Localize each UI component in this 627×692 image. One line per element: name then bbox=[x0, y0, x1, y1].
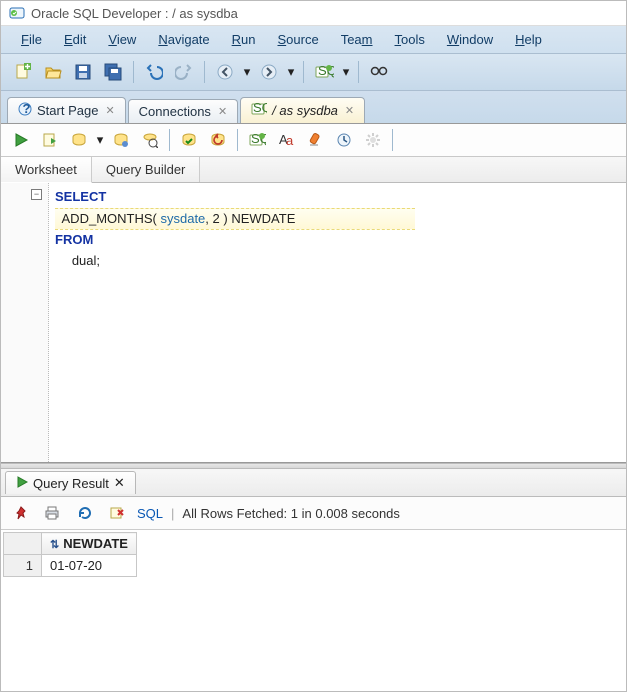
separator bbox=[133, 61, 134, 83]
print-button[interactable] bbox=[41, 501, 65, 525]
sql-worksheet-button[interactable]: SQL bbox=[312, 60, 336, 84]
tab-query-result[interactable]: Query Result ✕ bbox=[5, 471, 136, 494]
menu-file[interactable]: File bbox=[11, 30, 52, 49]
rollback-button[interactable] bbox=[206, 128, 230, 152]
close-icon[interactable]: ✕ bbox=[105, 104, 114, 117]
menu-team[interactable]: Team bbox=[331, 30, 383, 49]
menu-navigate[interactable]: Navigate bbox=[148, 30, 219, 49]
sql-editor[interactable]: SELECT ADD_MONTHS( sysdate, 2 ) NEWDATE … bbox=[49, 183, 626, 462]
menu-bar: File Edit View Navigate Run Source Team … bbox=[1, 26, 626, 54]
delete-result-button[interactable] bbox=[105, 501, 129, 525]
run-script-button[interactable] bbox=[38, 128, 62, 152]
pin-button[interactable] bbox=[9, 501, 33, 525]
explain-plan-menu[interactable]: ▾ bbox=[96, 132, 104, 148]
separator bbox=[204, 61, 205, 83]
redo-button[interactable] bbox=[172, 60, 196, 84]
menu-window[interactable]: Window bbox=[437, 30, 503, 49]
title-bar: Oracle SQL Developer : / as sysdba bbox=[1, 1, 626, 26]
tab-start-page[interactable]: ? Start Page ✕ bbox=[7, 97, 126, 123]
tab-label: Start Page bbox=[37, 103, 98, 118]
find-button[interactable] bbox=[367, 60, 391, 84]
save-all-button[interactable] bbox=[101, 60, 125, 84]
unshared-worksheet-button[interactable]: SQL bbox=[245, 128, 269, 152]
commit-button[interactable] bbox=[177, 128, 201, 152]
nav-fwd-menu[interactable]: ▾ bbox=[287, 64, 295, 80]
menu-run[interactable]: Run bbox=[222, 30, 266, 49]
separator bbox=[169, 129, 170, 151]
svg-text:a: a bbox=[286, 133, 294, 148]
open-button[interactable] bbox=[41, 60, 65, 84]
separator bbox=[237, 129, 238, 151]
tab-label: Connections bbox=[139, 104, 211, 119]
menu-tools[interactable]: Tools bbox=[385, 30, 435, 49]
sql-file-icon: SQL bbox=[251, 102, 267, 119]
separator bbox=[392, 129, 393, 151]
sort-icon: ⇅ bbox=[50, 539, 59, 551]
subtab-query-builder[interactable]: Query Builder bbox=[92, 157, 200, 182]
sql-editor-wrap: − SELECT ADD_MONTHS( sysdate, 2 ) NEWDAT… bbox=[1, 183, 626, 463]
rownum-cell: 1 bbox=[4, 555, 42, 577]
new-button[interactable] bbox=[11, 60, 35, 84]
help-icon: ? bbox=[18, 102, 32, 119]
sql-tuning-button[interactable] bbox=[138, 128, 162, 152]
subtab-worksheet[interactable]: Worksheet bbox=[1, 157, 92, 183]
editor-tab-row: ? Start Page ✕ Connections ✕ SQL / as sy… bbox=[1, 91, 626, 124]
sql-link[interactable]: SQL bbox=[137, 506, 163, 521]
autotrace-button[interactable] bbox=[109, 128, 133, 152]
cell-newdate[interactable]: 01-07-20 bbox=[42, 555, 137, 577]
menu-help[interactable]: Help bbox=[505, 30, 552, 49]
tab-label: / as sysdba bbox=[272, 103, 338, 118]
result-tab-row: Query Result ✕ bbox=[1, 469, 626, 497]
subtab-row: Worksheet Query Builder bbox=[1, 157, 626, 183]
run-statement-button[interactable] bbox=[9, 128, 33, 152]
svg-text:SQL: SQL bbox=[253, 102, 267, 115]
app-icon bbox=[9, 5, 25, 21]
tab-session[interactable]: SQL / as sysdba ✕ bbox=[240, 97, 365, 123]
separator bbox=[358, 61, 359, 83]
result-grid[interactable]: ⇅NEWDATE 1 01-07-20 bbox=[3, 532, 137, 577]
table-row[interactable]: 1 01-07-20 bbox=[4, 555, 137, 577]
close-icon[interactable]: ✕ bbox=[114, 475, 125, 491]
column-header-newdate[interactable]: ⇅NEWDATE bbox=[42, 533, 137, 555]
settings-button[interactable] bbox=[361, 128, 385, 152]
refresh-button[interactable] bbox=[73, 501, 97, 525]
fold-minus-icon[interactable]: − bbox=[31, 189, 42, 200]
svg-text:SQL: SQL bbox=[318, 63, 334, 78]
sql-worksheet-menu[interactable]: ▾ bbox=[342, 64, 350, 80]
rownum-header[interactable] bbox=[4, 533, 42, 555]
sql-history-button[interactable] bbox=[332, 128, 356, 152]
result-toolbar: SQL | All Rows Fetched: 1 in 0.008 secon… bbox=[1, 497, 626, 530]
close-icon[interactable]: ✕ bbox=[218, 105, 227, 118]
run-icon bbox=[16, 476, 28, 491]
close-icon[interactable]: ✕ bbox=[345, 104, 354, 117]
svg-text:?: ? bbox=[23, 102, 31, 116]
editor-gutter: − bbox=[1, 183, 49, 462]
clear-button[interactable] bbox=[303, 128, 327, 152]
separator bbox=[303, 61, 304, 83]
window-title: Oracle SQL Developer : / as sysdba bbox=[31, 6, 238, 21]
menu-view[interactable]: View bbox=[98, 30, 146, 49]
tab-connections[interactable]: Connections ✕ bbox=[128, 99, 239, 123]
nav-back-menu[interactable]: ▾ bbox=[243, 64, 251, 80]
main-toolbar: ▾ ▾ SQL ▾ bbox=[1, 54, 626, 91]
worksheet-toolbar: ▾ SQL Aa bbox=[1, 124, 626, 157]
menu-source[interactable]: Source bbox=[268, 30, 329, 49]
explain-plan-button[interactable] bbox=[67, 128, 91, 152]
tab-label: Query Result bbox=[33, 476, 109, 491]
fetch-status: All Rows Fetched: 1 in 0.008 seconds bbox=[182, 506, 400, 521]
to-uppercase-button[interactable]: Aa bbox=[274, 128, 298, 152]
nav-back-button[interactable] bbox=[213, 60, 237, 84]
menu-edit[interactable]: Edit bbox=[54, 30, 96, 49]
nav-fwd-button[interactable] bbox=[257, 60, 281, 84]
undo-button[interactable] bbox=[142, 60, 166, 84]
save-button[interactable] bbox=[71, 60, 95, 84]
